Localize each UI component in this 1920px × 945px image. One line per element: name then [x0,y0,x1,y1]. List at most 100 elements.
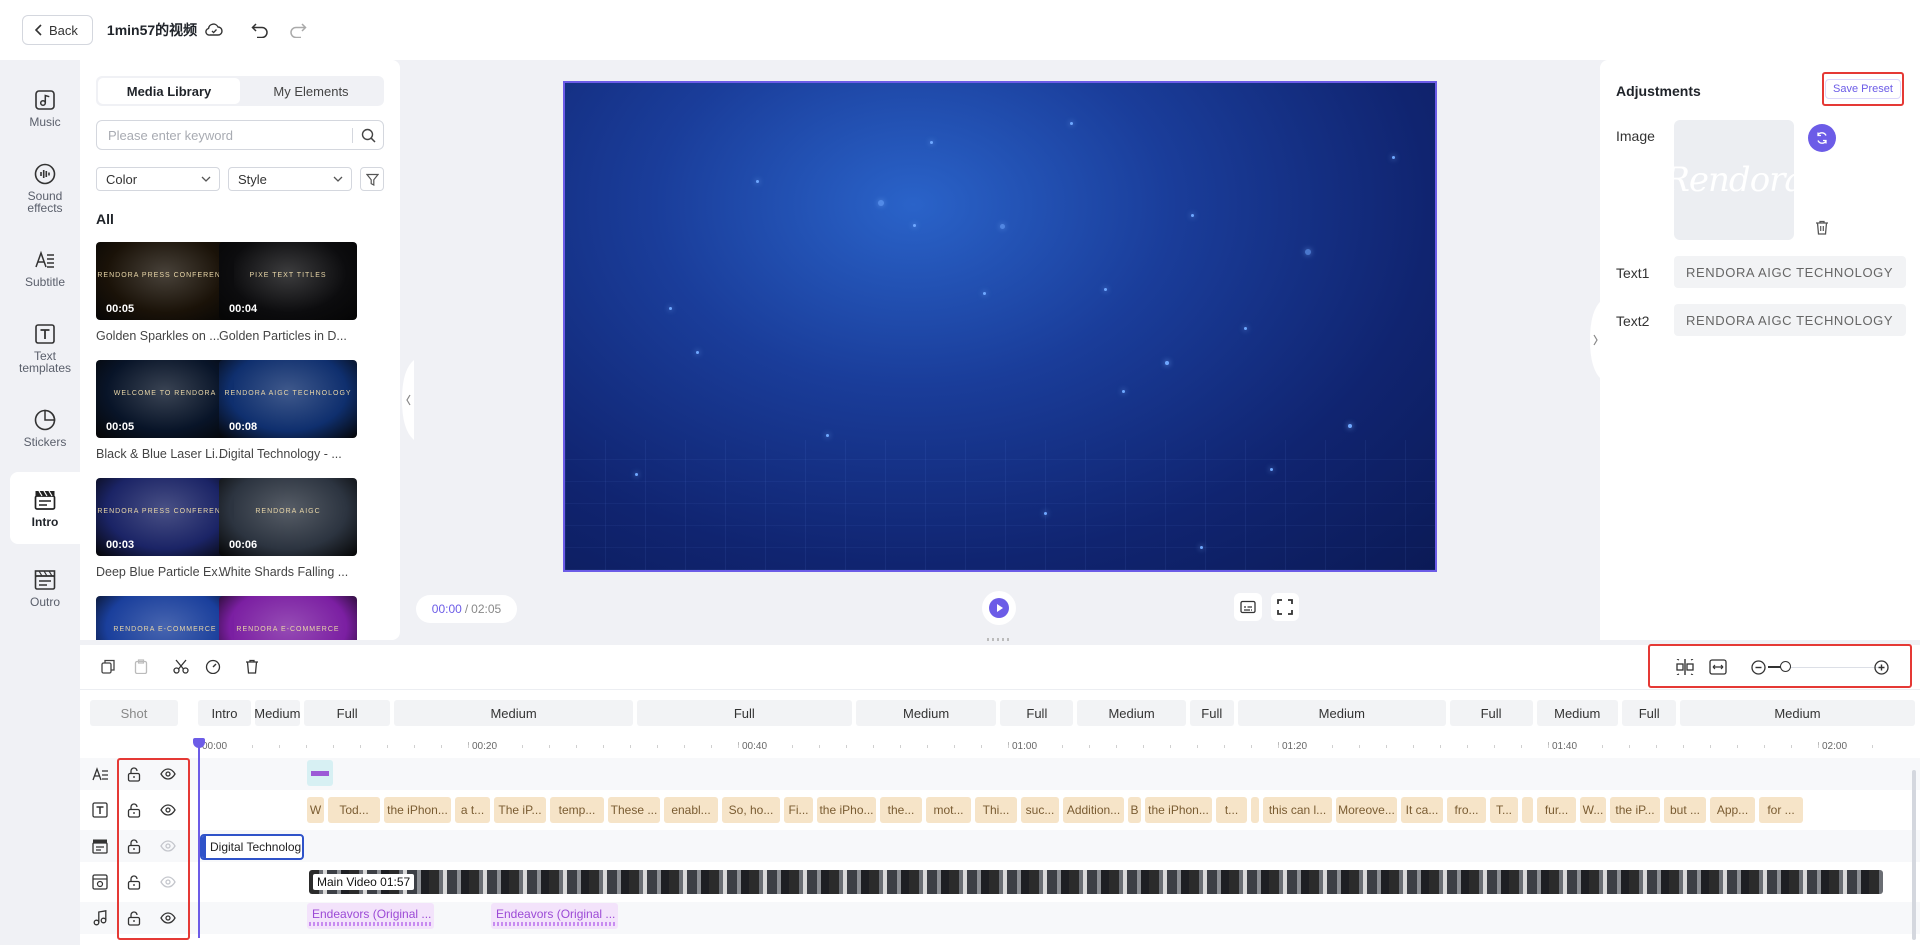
text-segment[interactable]: B [1128,797,1141,823]
project-title[interactable]: 1min57的视频 [107,20,197,40]
shot-segment[interactable]: Full [1000,700,1074,726]
text-segment[interactable] [1522,797,1533,823]
text-segment[interactable]: T... [1490,797,1518,823]
intro-clip[interactable]: Digital Technolog [200,834,304,860]
text-segment[interactable]: fro... [1447,797,1486,823]
subtitle-toggle-button[interactable] [1234,593,1262,621]
track-visibility-eye-icon[interactable] [160,912,176,924]
text-segment[interactable]: Fi... [784,797,813,823]
text-segment[interactable]: App... [1710,797,1755,823]
text-segment[interactable]: W [307,797,324,823]
video-preview-canvas[interactable] [563,81,1437,572]
media-card-thumbnail[interactable]: RENDORA E-COMMERCE [96,596,234,640]
redo-icon[interactable] [289,22,307,38]
image-thumbnail[interactable]: Rendora [1674,120,1794,240]
shot-segment[interactable]: Medium [1680,700,1915,726]
media-card[interactable]: RENDORA AIGC 00:06 White Shards Falling ..… [219,478,357,579]
text-segment[interactable]: enabl... [664,797,718,823]
collapse-left-icon[interactable] [402,360,414,440]
media-card[interactable]: RENDORA PRESS CONFERENCE 00:05 Golden Spar… [96,242,234,343]
sidebar-item-intro[interactable]: Intro [10,472,80,544]
resize-handle[interactable] [987,638,1011,641]
speed-icon[interactable] [205,659,221,674]
search-input[interactable] [108,127,348,143]
media-card-thumbnail[interactable]: WELCOME TO RENDORA 00:05 [96,360,234,438]
text-segment[interactable]: the... [880,797,922,823]
shot-segment[interactable]: Full [303,700,391,726]
shot-segment[interactable]: Medium [254,700,301,726]
zoom-slider-handle[interactable] [1780,661,1791,672]
subtitle-clip[interactable] [307,760,333,786]
fit-width-icon[interactable] [1709,659,1727,675]
paste-icon[interactable] [134,659,148,674]
shot-segment[interactable]: Medium [1536,700,1618,726]
shot-segment[interactable]: Medium [1077,700,1186,726]
track-visibility-eye-icon[interactable] [160,840,176,852]
tab-media-library[interactable]: Media Library [98,78,240,104]
media-card-thumbnail[interactable]: PIXE TEXT TITLES 00:04 [219,242,357,320]
text-segment[interactable]: The iP... [494,797,546,823]
shot-segment[interactable]: Full [1189,700,1234,726]
sidebar-item-text-templates[interactable]: Text templates [10,312,80,384]
undo-icon[interactable] [251,22,269,38]
track-lock-icon[interactable] [127,839,141,854]
text-segment[interactable]: temp... [550,797,604,823]
track-lock-icon[interactable] [127,767,141,782]
text-segment[interactable]: the iPhon... [384,797,451,823]
media-card-thumbnail[interactable]: RENDORA E-COMMERCE [219,596,357,640]
media-card-thumbnail[interactable]: RENDORA PRESS CONFERENCE 00:03 [96,478,234,556]
audio-clip-2[interactable]: Endeavors (Original ... [491,903,618,929]
text-segment[interactable]: Tod... [328,797,380,823]
back-button[interactable]: Back [22,15,93,45]
text2-field[interactable]: RENDORA AIGC TECHNOLOGY [1674,304,1906,336]
sidebar-item-music[interactable]: Music [10,72,80,144]
audio-clip-1[interactable]: Endeavors (Original ... [307,903,434,929]
text-segment[interactable]: mot... [926,797,971,823]
delete-image-icon[interactable] [1815,220,1829,235]
text-segment[interactable]: the iPhon... [1145,797,1212,823]
text-segment[interactable]: Addition... [1063,797,1124,823]
track-visibility-eye-icon[interactable] [160,768,176,780]
cloud-save-icon[interactable] [205,23,223,37]
media-card[interactable]: RENDORA AIGC TECHNOLOGY 00:08 Digital Tech… [219,360,357,461]
copy-icon[interactable] [101,659,115,674]
text-segment[interactable]: So, ho... [722,797,780,823]
main-video-clip[interactable]: Main Video 01:57 [309,870,1883,894]
tab-my-elements[interactable]: My Elements [240,78,382,104]
shot-segment[interactable]: Medium [1237,700,1446,726]
track-lock-icon[interactable] [127,911,141,926]
text-segment[interactable]: fur... [1537,797,1576,823]
shot-segment[interactable]: Medium [855,700,997,726]
play-button[interactable] [982,591,1016,625]
sidebar-item-outro[interactable]: Outro [10,552,80,624]
media-card-thumbnail[interactable]: RENDORA AIGC TECHNOLOGY 00:08 [219,360,357,438]
funnel-filter-button[interactable] [360,167,384,191]
zoom-in-icon[interactable] [1874,660,1889,675]
text-segment[interactable]: suc... [1021,797,1059,823]
color-filter-select[interactable]: Color [96,167,220,191]
text-segment[interactable]: Thi... [975,797,1017,823]
shot-segment[interactable]: Intro [198,700,251,726]
text-segment[interactable]: this can l... [1263,797,1332,823]
media-card-thumbnail[interactable]: RENDORA PRESS CONFERENCE 00:05 [96,242,234,320]
media-card[interactable]: RENDORA E-COMMERCE [219,596,357,640]
text-segment[interactable]: W... [1580,797,1606,823]
scissors-icon[interactable] [173,659,189,674]
trash-icon[interactable] [245,659,259,674]
media-card[interactable]: RENDORA E-COMMERCE [96,596,234,640]
snap-icon[interactable] [1676,659,1694,675]
fullscreen-button[interactable] [1271,593,1299,621]
sidebar-item-subtitle[interactable]: Subtitle [10,232,80,304]
zoom-out-icon[interactable] [1751,660,1766,675]
zoom-slider-track[interactable] [1788,667,1880,668]
shot-segment[interactable]: Full [1621,700,1677,726]
save-preset-button[interactable]: Save Preset [1825,79,1901,99]
media-card[interactable]: PIXE TEXT TITLES 00:04 Golden Particles in… [219,242,357,343]
text-segment[interactable]: for ... [1759,797,1803,823]
style-filter-select[interactable]: Style [228,167,352,191]
text-segment[interactable]: These ... [608,797,660,823]
shot-segment[interactable]: Full [636,700,853,726]
replace-image-button[interactable] [1808,124,1836,152]
sidebar-item-stickers[interactable]: Stickers [10,392,80,464]
text-segment[interactable]: It ca... [1401,797,1443,823]
